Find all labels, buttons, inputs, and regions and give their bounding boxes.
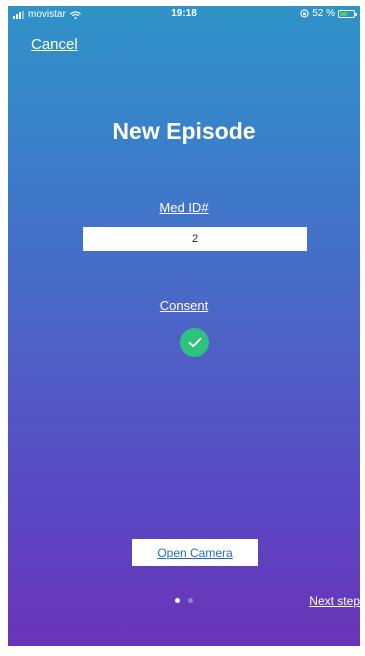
med-id-label: Med ID# (159, 200, 209, 215)
page-dot-inactive (188, 598, 193, 603)
checkmark-icon (188, 337, 201, 348)
next-step-button[interactable]: Next step (309, 594, 360, 608)
page-dot-active (175, 598, 180, 603)
phone-screen: movistar 19:18 52 % Cancel New Episode M… (8, 6, 360, 646)
status-right: 52 % (300, 8, 357, 19)
cancel-button[interactable]: Cancel (31, 36, 78, 53)
page-title: New Episode (112, 118, 256, 144)
consent-checkbox[interactable] (180, 328, 209, 357)
battery-icon (338, 9, 357, 18)
open-camera-button[interactable]: Open Camera (132, 539, 258, 566)
battery-tip (355, 12, 357, 16)
page-indicator (8, 598, 360, 603)
orientation-lock-icon (300, 9, 309, 18)
open-camera-label: Open Camera (157, 545, 233, 560)
battery-fill (340, 11, 347, 16)
med-id-input[interactable] (83, 227, 307, 251)
status-bar: movistar 19:18 52 % (8, 6, 360, 22)
battery-percent: 52 % (312, 8, 335, 19)
consent-label: Consent (159, 298, 209, 313)
